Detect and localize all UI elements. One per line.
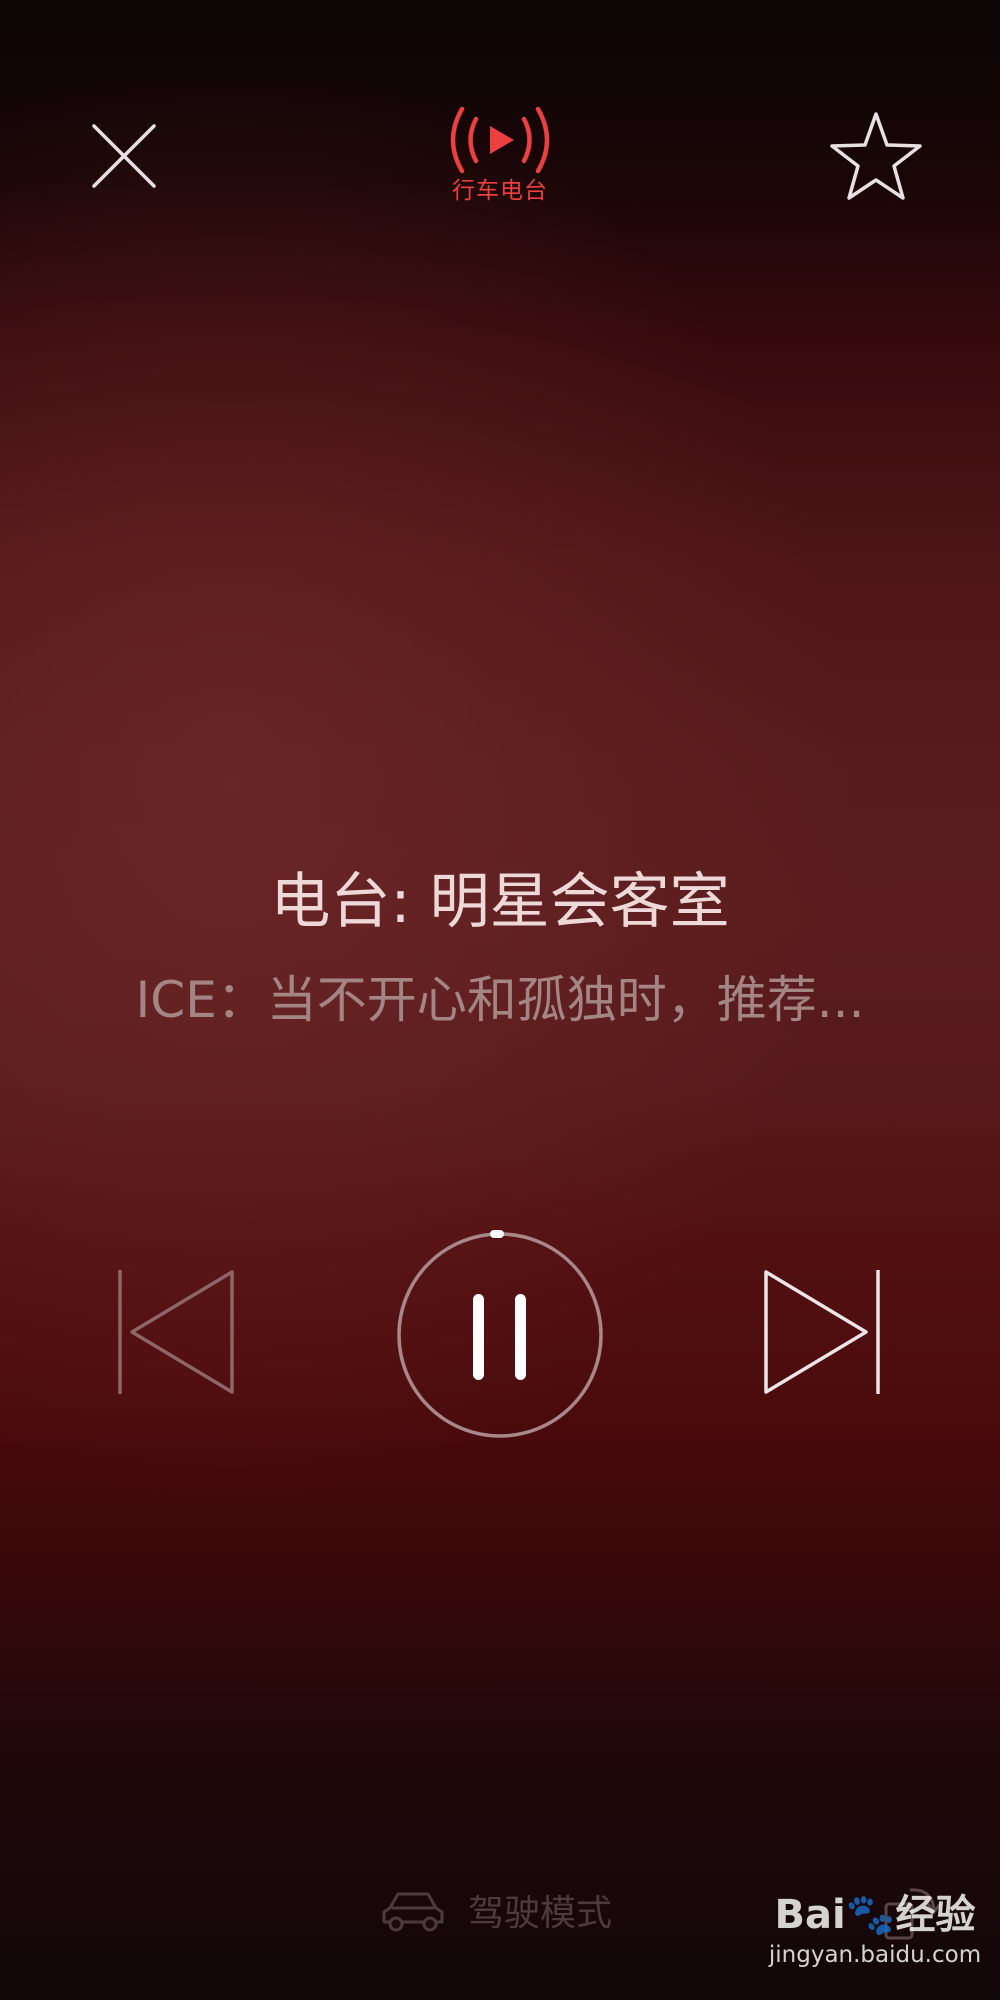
station-title: 电台: 明星会客室 — [270, 867, 730, 937]
car-icon — [382, 1892, 444, 1932]
next-button[interactable] — [758, 1262, 888, 1402]
pause-button[interactable] — [395, 1230, 605, 1440]
pause-icon — [397, 1230, 603, 1438]
progress-indicator — [490, 1230, 504, 1238]
close-icon — [92, 124, 156, 188]
star-outline-icon — [830, 112, 922, 200]
logo-label: 行车电台 — [452, 178, 548, 204]
favorite-button[interactable] — [826, 108, 926, 208]
skip-next-icon — [764, 1270, 880, 1394]
car-radio-player-screen: 行车电台 电台: 明星会客室 ICE：当不开心和孤独时，推荐... 驾驶模式 B… — [0, 0, 1000, 2000]
previous-button[interactable] — [110, 1262, 240, 1402]
watermark-url: jingyan.baidu.com — [768, 1942, 982, 1968]
radio-broadcast-play-icon — [450, 106, 550, 174]
drive-mode-button[interactable]: 驾驶模式 — [380, 1880, 640, 1940]
baidu-jingyan-watermark: Bai🐾经验 jingyan.baidu.com — [760, 1890, 990, 1990]
drive-mode-label: 驾驶模式 — [468, 1893, 613, 1934]
car-radio-logo: 行车电台 — [440, 105, 560, 215]
close-button[interactable] — [88, 120, 160, 192]
track-title: ICE：当不开心和孤独时，推荐... — [135, 971, 865, 1029]
skip-previous-icon — [118, 1270, 234, 1394]
watermark-brand: Bai🐾经验 — [774, 1892, 976, 1938]
